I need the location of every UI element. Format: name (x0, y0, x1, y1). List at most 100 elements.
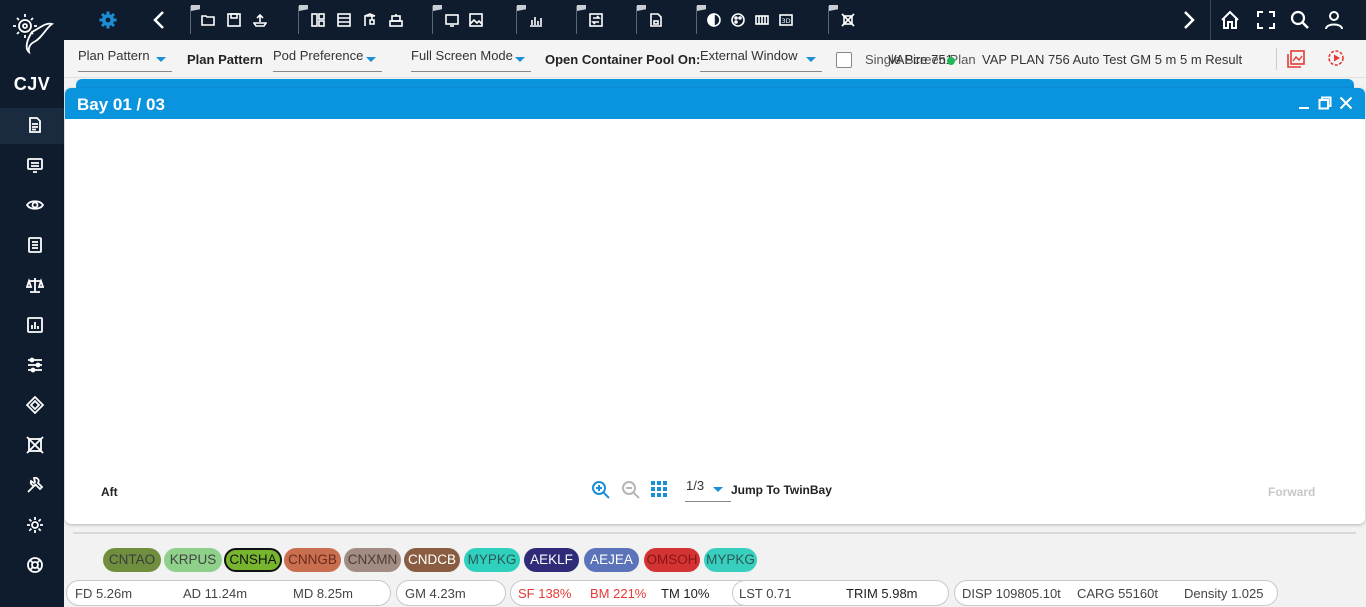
toolbar-group-file (190, 5, 278, 34)
port-chip[interactable]: KRPUS (164, 548, 222, 572)
user-icon[interactable] (1324, 10, 1344, 30)
aft-label: Aft (101, 485, 118, 499)
folder-icon[interactable] (201, 13, 215, 27)
home-icon[interactable] (1220, 10, 1240, 30)
rows-icon[interactable] (337, 13, 351, 27)
diamond-icon[interactable] (25, 395, 48, 418)
monitor-icon[interactable] (26, 156, 48, 178)
locked-file-icon[interactable] (649, 13, 663, 27)
displacement-stats-box: DISP 109805.10t CARG 55160t Density 1.02… (954, 580, 1278, 606)
pod-preference-dropdown[interactable]: Pod Preference (273, 48, 382, 72)
play-settings-icon[interactable] (1326, 48, 1346, 68)
vessel-plan-name: VAP PLAN 756 Auto Test GM 5 m 5 m Result (982, 52, 1243, 67)
port-chip[interactable]: AEKLF (524, 548, 579, 572)
port-chip[interactable]: CNNGB (284, 548, 341, 572)
aft-draft-value: AD 11.24m (183, 586, 248, 601)
search-icon[interactable] (1290, 10, 1310, 30)
port-chip[interactable]: CNTAO (103, 548, 161, 572)
port-chip[interactable]: MYPKG (464, 548, 520, 572)
close-icon[interactable] (1339, 96, 1355, 112)
toolbar-group-clear (828, 5, 868, 34)
save-icon[interactable] (227, 13, 241, 27)
layout-grid-icon[interactable] (311, 13, 325, 27)
left-rail: CJV (0, 0, 64, 607)
image-icon[interactable] (469, 13, 483, 27)
jump-to-twinbay-button[interactable]: Jump To TwinBay (731, 483, 832, 497)
open-container-pool-value: External Window (700, 48, 798, 63)
grid-boxes-icon[interactable] (755, 13, 769, 27)
bay-page-dropdown[interactable]: 1/3 (685, 478, 731, 502)
toolbar-group-report (516, 5, 556, 34)
port-chip-label: KRPUS (169, 552, 217, 567)
contrast-icon[interactable] (707, 13, 721, 27)
swap-icon[interactable] (589, 13, 603, 27)
3d-view-icon[interactable]: 3D (779, 13, 793, 27)
zoom-in-icon[interactable] (591, 480, 611, 500)
topbar-divider (1210, 0, 1211, 40)
toolbar-divider (1276, 48, 1277, 70)
restore-icon[interactable] (1318, 96, 1334, 112)
back-chevron-icon[interactable] (150, 10, 170, 30)
container-stack-icon[interactable] (389, 13, 403, 27)
gm-value: GM 4.23m (405, 586, 466, 601)
port-chip-label: CNDCB (407, 552, 456, 567)
mid-draft-value: MD 8.25m (293, 586, 353, 601)
full-screen-mode-dropdown[interactable]: Full Screen Mode (411, 48, 531, 72)
port-chip[interactable]: CNDCB (404, 548, 460, 572)
bay-panel-header: Bay 01 / 03 (65, 88, 1365, 119)
gear-icon[interactable] (26, 516, 48, 538)
bar-chart-icon[interactable] (26, 316, 48, 338)
port-chip-label: MYPKG (467, 552, 517, 567)
gm-stats-box: GM 4.23m (396, 580, 506, 606)
forward-label: Forward (1268, 485, 1316, 499)
port-chip-selected[interactable]: CNSHA (224, 548, 282, 572)
port-chip[interactable]: OMSOH (644, 548, 700, 572)
tools-icon[interactable] (26, 476, 48, 498)
checklist-icon[interactable] (26, 236, 48, 258)
port-chip-label: CNTAO (108, 552, 156, 567)
list-value: LST 0.71 (739, 586, 792, 601)
port-chip[interactable]: CNXMN (344, 548, 401, 572)
screen-icon[interactable] (445, 13, 459, 27)
eye-icon[interactable] (25, 196, 48, 218)
port-chip-label: CNSHA (229, 552, 277, 567)
lifebuoy-icon[interactable] (26, 556, 48, 578)
sliders-icon[interactable] (26, 356, 48, 378)
toolbar-group-lock (636, 5, 678, 34)
clear-selection-icon[interactable] (841, 13, 855, 27)
dropdown-arrow-icon (366, 57, 376, 62)
crossed-box-icon[interactable] (26, 436, 48, 458)
shear-force-value: SF 138% (518, 586, 572, 601)
company-logo[interactable] (10, 8, 55, 58)
single-screen-checkbox[interactable] (836, 52, 852, 68)
toolbar-group-layout (298, 5, 408, 34)
palette-icon[interactable] (731, 13, 745, 27)
zoom-out-icon[interactable] (621, 480, 641, 500)
torsion-moment-value: TM 10% (661, 586, 710, 601)
report-chart-icon[interactable] (529, 13, 543, 27)
open-container-pool-label: Open Container Pool On: (545, 52, 701, 67)
open-container-pool-dropdown[interactable]: External Window (700, 48, 822, 72)
top-bar: 3D (64, 0, 1366, 40)
gallery-icon[interactable] (1286, 49, 1306, 69)
settings-gear-icon[interactable] (98, 10, 118, 30)
fullscreen-icon[interactable] (1256, 10, 1276, 30)
port-chip[interactable]: AEJEA (584, 548, 639, 572)
vessel-status-dot (947, 57, 955, 65)
dropdown-arrow-icon (806, 57, 816, 62)
bay-panel-title: Bay 01 / 03 (77, 95, 165, 114)
grid-view-icon[interactable] (650, 480, 668, 498)
port-chip-label: MYPKG (706, 552, 755, 567)
minimize-icon[interactable] (1297, 96, 1313, 112)
app-code: CJV (13, 74, 51, 94)
scale-icon[interactable] (25, 276, 48, 298)
fore-draft-value: FD 5.26m (75, 586, 133, 601)
port-chip[interactable]: MYPKG (704, 548, 757, 572)
crane-icon[interactable] (363, 13, 377, 27)
port-chip-label: CNNGB (288, 552, 337, 567)
document-icon[interactable] (26, 116, 48, 138)
vessel-code: VAPire 751 (888, 52, 953, 67)
ship-upload-icon[interactable] (252, 13, 268, 27)
forward-chevron-icon[interactable] (1178, 10, 1198, 30)
plan-pattern-dropdown[interactable]: Plan Pattern (78, 48, 172, 72)
